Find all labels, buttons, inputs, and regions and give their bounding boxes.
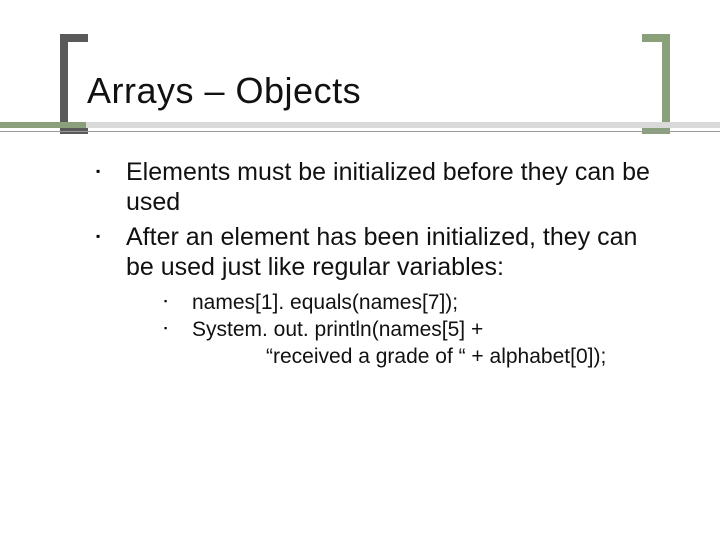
left-bracket-decoration <box>60 34 90 134</box>
right-bracket-decoration <box>640 34 670 134</box>
code-line: names[1]. equals(names[7]); <box>192 290 458 317</box>
sub-bullet-item: names[1]. equals(names[7]); <box>164 290 656 317</box>
slide-title: Arrays – Objects <box>87 70 361 112</box>
sub-bullet-item: System. out. println(names[5] + “receive… <box>164 317 656 371</box>
bullet-text: Elements must be initialized before they… <box>126 158 650 216</box>
bullet-item: Elements must be initialized before they… <box>96 158 656 217</box>
title-rule <box>0 122 720 134</box>
code-line: “received a grade of “ + alphabet[0]); <box>192 344 656 371</box>
title-text: Arrays – Objects <box>87 70 361 112</box>
bullet-text: After an element has been initialized, t… <box>126 223 637 281</box>
bullet-item: After an element has been initialized, t… <box>96 223 656 371</box>
code-line: System. out. println(names[5] + <box>192 317 483 344</box>
content-area: Elements must be initialized before they… <box>96 158 656 377</box>
slide: Arrays – Objects Elements must be initia… <box>0 0 720 540</box>
